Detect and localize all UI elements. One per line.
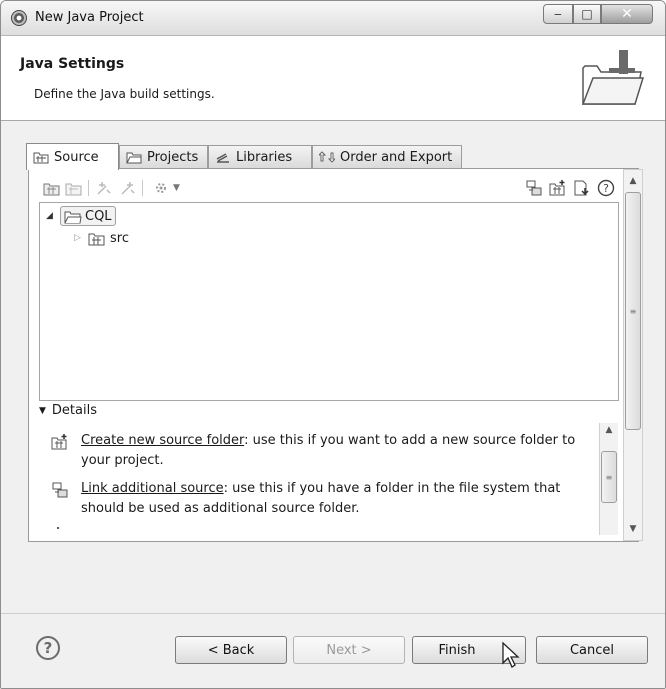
help-icon: ? (43, 639, 53, 657)
include-icon (97, 182, 111, 195)
project-folder-icon (64, 211, 82, 223)
svg-text:?: ? (603, 182, 609, 195)
create-source-folder-icon (549, 180, 565, 196)
cancel-button[interactable]: Cancel (536, 636, 648, 664)
create-source-folder-button[interactable] (548, 178, 568, 198)
panel-scroll-thumb[interactable]: ≡ (625, 192, 641, 430)
add-source-folder-icon (43, 183, 60, 196)
detail-link-additional-source: Link additional source: use this if you … (81, 479, 586, 519)
source-toolbar: ▼ ? (42, 178, 622, 200)
tab-projects[interactable]: Projects (119, 145, 208, 168)
remove-source-folder-icon (65, 183, 82, 196)
chevron-down-icon: ▼ (173, 183, 180, 193)
details-toggle[interactable]: ▼ Details (39, 403, 97, 418)
details-scroll-thumb[interactable]: ≡ (601, 451, 617, 503)
remove-source-folder-button[interactable] (64, 178, 84, 198)
tab-order-and-export-label: Order and Export (340, 149, 453, 165)
new-project-banner-icon (581, 50, 645, 105)
page-description: Define the Java build settings. (34, 87, 215, 101)
add-source-folder-button[interactable] (42, 178, 62, 198)
maximize-icon: □ (581, 7, 593, 21)
tree-collapsed-icon: ▷ (74, 233, 81, 243)
link-source-icon (52, 482, 68, 498)
libraries-icon (216, 153, 229, 163)
tree-item-project-label: CQL (85, 208, 112, 224)
minimize-button[interactable]: ‒ (543, 4, 573, 24)
panel-scrollbar[interactable]: ▲ ≡ ▼ (623, 169, 643, 541)
back-button[interactable]: < Back (175, 636, 287, 664)
toolbar-separator (88, 180, 89, 196)
window-title: New Java Project (35, 10, 144, 25)
tree-item-src[interactable]: ▷ src (74, 228, 129, 248)
order-export-icon (319, 151, 335, 163)
projects-folder-icon (126, 152, 142, 164)
tree-item-src-label: src (110, 230, 129, 246)
scroll-down-icon[interactable]: ▼ (624, 524, 642, 534)
tree-expanded-icon: ◢ (46, 211, 53, 221)
tree-item-project-selected[interactable]: CQL (60, 206, 116, 226)
source-tab-panel: ▼ ? ◢ CQL ▷ src ▼ Details Create new sou… (28, 168, 639, 542)
link-additional-source-link[interactable]: Link additional source (81, 481, 224, 496)
help-button[interactable]: ? (36, 636, 60, 660)
details-content: Create new source folder: use this if yo… (39, 423, 599, 535)
exclude-icon (121, 182, 135, 195)
source-folder-icon (33, 152, 49, 164)
toolbar-separator (142, 180, 143, 196)
configure-dropdown-button[interactable]: ▼ (150, 178, 184, 198)
tab-order-and-export[interactable]: Order and Export (312, 145, 462, 168)
minimize-icon: ‒ (554, 7, 562, 21)
details-scrollbar[interactable]: ▲ ≡ (599, 423, 618, 535)
tab-source-label: Source (54, 149, 99, 165)
create-source-folder-link[interactable]: Create new source folder (81, 433, 244, 448)
tab-libraries[interactable]: Libraries (208, 145, 312, 168)
mouse-cursor-icon (502, 641, 520, 668)
exclude-button[interactable] (118, 178, 138, 198)
close-button[interactable]: ✕ (601, 4, 653, 24)
title-bar[interactable]: New Java Project ‒ □ ✕ (1, 1, 665, 36)
create-source-folder-icon (51, 434, 67, 450)
scroll-up-icon[interactable]: ▲ (624, 176, 642, 186)
maximize-button[interactable]: □ (573, 4, 601, 24)
close-icon: ✕ (621, 6, 633, 22)
tab-source[interactable]: Source (26, 143, 119, 170)
output-folder-button[interactable] (572, 178, 592, 198)
chevron-down-icon: ▼ (39, 405, 46, 416)
eclipse-app-icon (11, 10, 27, 26)
tab-projects-label: Projects (147, 149, 199, 165)
help-icon: ? (597, 179, 615, 197)
tab-libraries-label: Libraries (236, 149, 293, 165)
source-folder-icon (88, 233, 105, 245)
include-button[interactable] (94, 178, 114, 198)
page-title: Java Settings (20, 56, 125, 72)
details-heading: Details (51, 403, 97, 418)
link-source-icon (526, 180, 542, 196)
new-java-project-dialog: New Java Project ‒ □ ✕ Java Settings Def… (0, 0, 666, 689)
next-button[interactable]: Next > (293, 636, 405, 664)
output-folder-icon (574, 180, 589, 196)
detail-create-source-folder: Create new source folder: use this if yo… (81, 431, 586, 471)
dialog-footer: ? < Back Next > Finish Cancel (1, 613, 665, 688)
wizard-header: Java Settings Define the Java build sett… (1, 36, 665, 121)
tree-item-project[interactable]: ◢ CQL (46, 206, 116, 226)
source-tree[interactable]: ◢ CQL ▷ src (39, 202, 619, 401)
more-content-indicator (57, 527, 59, 529)
link-source-button[interactable] (524, 178, 544, 198)
configure-icon (156, 183, 167, 193)
help-button[interactable]: ? (596, 178, 616, 198)
scroll-up-icon[interactable]: ▲ (600, 425, 618, 435)
